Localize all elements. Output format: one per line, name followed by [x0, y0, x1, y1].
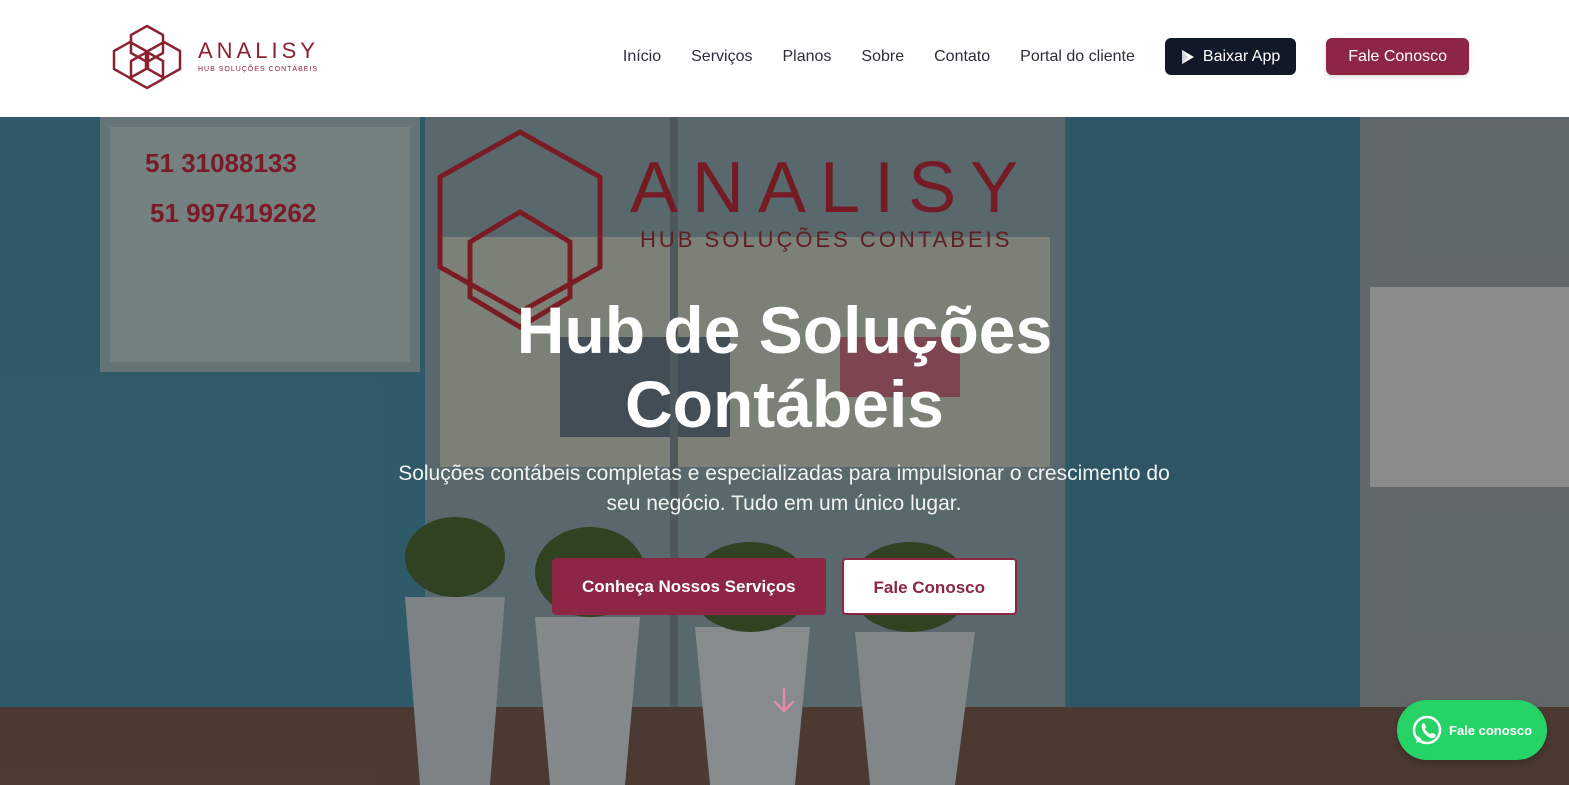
- whatsapp-label: Fale conosco: [1449, 722, 1533, 738]
- header-contact-button[interactable]: Fale Conosco: [1326, 38, 1469, 75]
- hexagon-logo-icon: [112, 24, 182, 90]
- play-store-icon: [1181, 49, 1194, 64]
- hero-subtitle: Soluções contábeis completas e especiali…: [398, 462, 1170, 515]
- nav-item-planos[interactable]: Planos: [782, 38, 831, 75]
- site-header: ANALISY HUB SOLUÇÕES CONTÁBEIS Início Se…: [0, 0, 1569, 117]
- brand-logo[interactable]: ANALISY HUB SOLUÇÕES CONTÁBEIS: [108, 24, 319, 90]
- hero-title: Hub de Soluções Contábeis: [0, 293, 1569, 441]
- download-app-button[interactable]: Baixar App: [1164, 38, 1297, 75]
- brand-name: ANALISY: [198, 38, 319, 63]
- whatsapp-button[interactable]: Fale conosco: [1397, 700, 1547, 760]
- nav-item-servicos[interactable]: Serviços: [691, 38, 752, 75]
- brand-text: ANALISY HUB SOLUÇÕES CONTÁBEIS: [198, 39, 319, 75]
- whatsapp-icon: [1412, 715, 1442, 745]
- main-nav: Início Serviços Planos Sobre Contato Por…: [623, 38, 1469, 75]
- hero-contact-button[interactable]: Fale Conosco: [841, 558, 1017, 615]
- download-app-label: Baixar App: [1202, 47, 1281, 65]
- arrow-down-icon[interactable]: [772, 687, 796, 715]
- services-button[interactable]: Conheça Nossos Serviços: [552, 558, 826, 615]
- nav-item-inicio[interactable]: Início: [623, 38, 661, 75]
- nav-item-sobre[interactable]: Sobre: [861, 38, 904, 75]
- hero-actions: Conheça Nossos Serviços Fale Conosco: [0, 558, 1569, 615]
- brand-tagline: HUB SOLUÇÕES CONTÁBEIS: [198, 66, 319, 73]
- hero-section: ANALISY HUB SOLUÇÕES CONTABEIS 51 310881…: [0, 117, 1569, 785]
- hero-content: Hub de Soluções Contábeis Soluções contá…: [0, 117, 1569, 785]
- hero-title-line1: Hub de Soluções: [516, 293, 1053, 367]
- nav-item-portal[interactable]: Portal do cliente: [1020, 38, 1135, 75]
- nav-item-contato[interactable]: Contato: [934, 38, 990, 75]
- hero-title-line2: Contábeis: [624, 367, 945, 441]
